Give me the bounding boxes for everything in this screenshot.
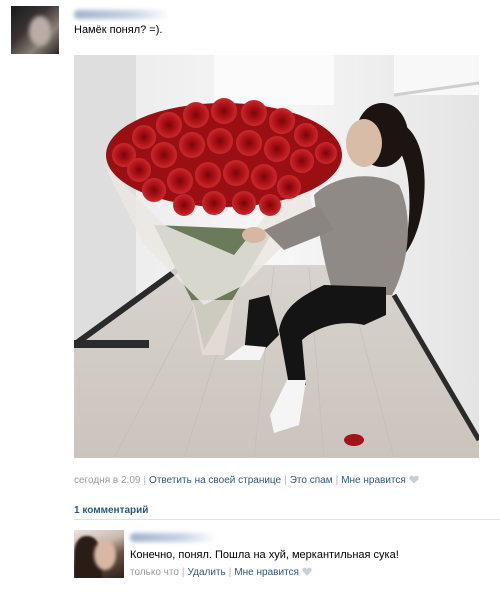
post-meta: сегодня в 2:09 | Ответить на своей страниц… <box>74 475 419 486</box>
heart-icon[interactable] <box>302 567 312 576</box>
post-photo-image <box>74 55 479 458</box>
post-author-avatar[interactable] <box>11 6 59 54</box>
heart-icon[interactable] <box>409 475 419 484</box>
meta-separator: | <box>284 475 287 486</box>
post-timestamp: сегодня в 2:09 <box>74 475 141 486</box>
comment-author-name-redacted <box>130 533 216 542</box>
avatar-face-blur <box>29 16 51 46</box>
comment-meta: только что | Удалить | Мне нравится <box>130 567 312 578</box>
post-author-name-redacted <box>74 10 170 19</box>
delete-comment-link[interactable]: Удалить <box>188 567 226 578</box>
comment-like-link[interactable]: Мне нравится <box>234 567 299 578</box>
meta-separator: | <box>181 567 185 578</box>
like-link[interactable]: Мне нравится <box>341 475 406 486</box>
avatar-face-blur <box>94 540 116 570</box>
reply-on-page-link[interactable]: Ответить на своей странице <box>149 475 281 486</box>
meta-separator: | <box>143 475 147 486</box>
post-text: Намёк понял? =). <box>74 24 163 36</box>
comment-author-avatar[interactable] <box>74 530 124 578</box>
meta-separator: | <box>335 475 339 486</box>
comment-text: Конечно, понял. Пошла на хуй, меркантиль… <box>130 549 399 561</box>
comments-count-link[interactable]: 1 комментарий <box>74 505 148 516</box>
report-spam-link[interactable]: Это спам <box>290 475 333 486</box>
post-photo[interactable] <box>74 55 479 458</box>
comments-divider <box>74 519 500 520</box>
comment-timestamp: только что <box>130 567 179 578</box>
